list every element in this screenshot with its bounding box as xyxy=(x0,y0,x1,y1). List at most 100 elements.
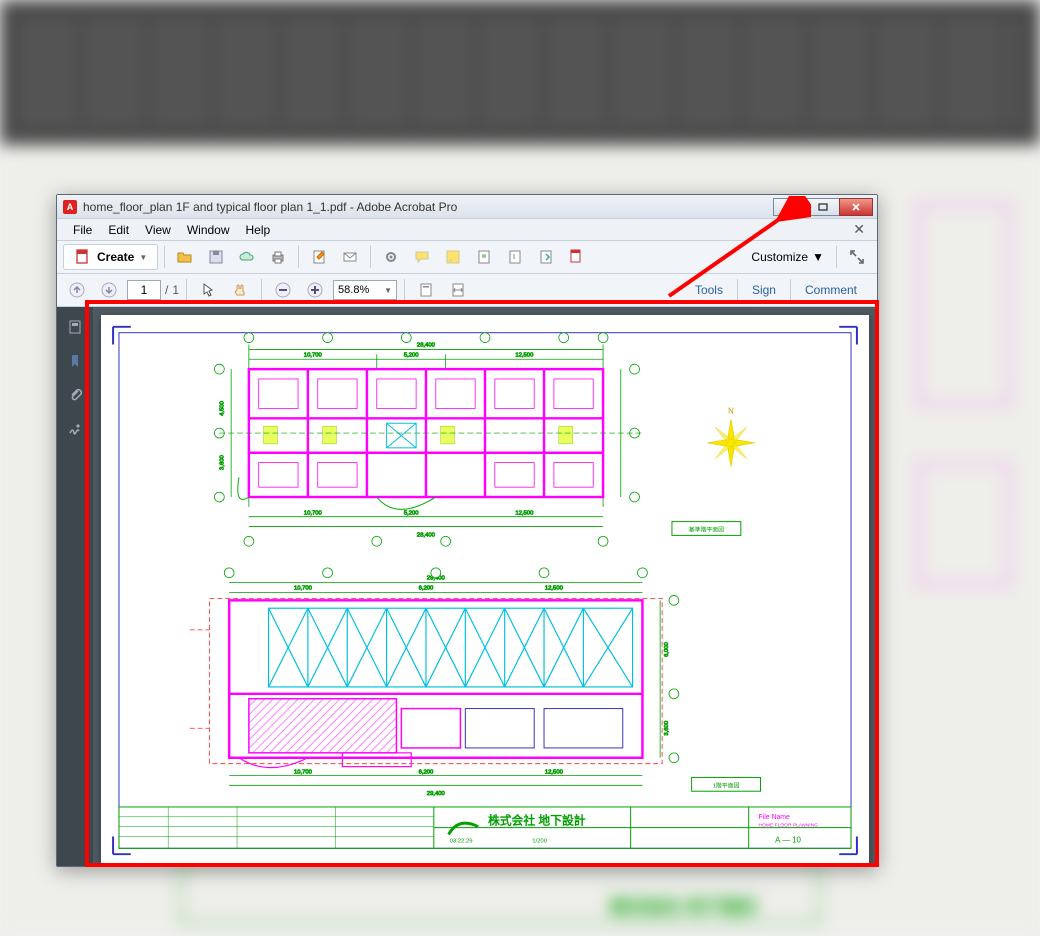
send-button[interactable] xyxy=(563,244,591,270)
create-button[interactable]: Create ▼ xyxy=(63,244,158,270)
link-button[interactable] xyxy=(532,244,560,270)
stamp-icon xyxy=(475,248,493,266)
svg-text:株式会社 地下設計: 株式会社 地下設計 xyxy=(610,896,759,917)
pan-tool-button[interactable] xyxy=(226,277,254,303)
zoom-value: 58.8% xyxy=(338,284,369,296)
arrow-up-icon xyxy=(68,281,86,299)
menu-view[interactable]: View xyxy=(137,221,179,239)
fit-width-icon xyxy=(449,281,467,299)
chevron-down-icon: ▼ xyxy=(139,253,147,262)
speech-bubble-icon xyxy=(413,248,431,266)
mail-button[interactable] xyxy=(336,244,364,270)
stamp-button[interactable] xyxy=(470,244,498,270)
gear-icon xyxy=(382,248,400,266)
attach-page-icon xyxy=(506,248,524,266)
bookmarks-panel-button[interactable] xyxy=(63,349,87,373)
form-button[interactable] xyxy=(305,244,333,270)
bookmark-icon xyxy=(66,352,84,370)
svg-text:基準階平面図: 基準階平面図 xyxy=(689,525,724,533)
fit-page-button[interactable] xyxy=(412,277,440,303)
menu-window[interactable]: Window xyxy=(179,221,238,239)
svg-text:28,400: 28,400 xyxy=(417,532,436,538)
svg-text:3,600: 3,600 xyxy=(664,720,670,735)
zoom-level-dropdown[interactable]: 58.8% ▼ xyxy=(333,280,397,300)
thumbnails-panel-button[interactable] xyxy=(63,315,87,339)
highlight-icon xyxy=(444,248,462,266)
svg-text:5,200: 5,200 xyxy=(404,352,419,358)
svg-text:HOME FLOOR PLANNING: HOME FLOOR PLANNING xyxy=(759,823,819,829)
pdf-page[interactable]: 28,400 10,700 5,200 12,500 xyxy=(101,315,869,866)
comment-button[interactable] xyxy=(408,244,436,270)
create-label: Create xyxy=(97,250,134,264)
menu-edit[interactable]: Edit xyxy=(100,221,137,239)
svg-text:3,600: 3,600 xyxy=(219,454,225,469)
svg-text:10,700: 10,700 xyxy=(294,586,313,592)
highlight-button[interactable] xyxy=(439,244,467,270)
paperclip-icon xyxy=(66,386,84,404)
save-button[interactable] xyxy=(202,244,230,270)
page-down-button[interactable] xyxy=(95,277,123,303)
signature-icon xyxy=(66,420,84,438)
zoom-out-button[interactable] xyxy=(269,277,297,303)
cursor-icon xyxy=(199,281,217,299)
comment-pane-link[interactable]: Comment xyxy=(790,279,871,301)
chevron-down-icon: ▼ xyxy=(384,286,392,295)
tools-pane-link[interactable]: Tools xyxy=(681,279,737,301)
svg-text:1/200: 1/200 xyxy=(532,838,547,844)
north-arrow: N xyxy=(707,406,754,466)
pdf-send-icon xyxy=(568,248,586,266)
sign-pane-link[interactable]: Sign xyxy=(737,279,790,301)
maximize-button[interactable] xyxy=(806,198,840,216)
expand-icon xyxy=(848,248,866,266)
close-button[interactable] xyxy=(839,198,873,216)
page-up-button[interactable] xyxy=(63,277,91,303)
print-button[interactable] xyxy=(264,244,292,270)
page-number-input[interactable] xyxy=(127,280,161,300)
document-close-icon[interactable]: ✕ xyxy=(849,219,869,240)
printer-icon xyxy=(269,248,287,266)
reading-mode-button[interactable] xyxy=(843,244,871,270)
zoom-in-button[interactable] xyxy=(301,277,329,303)
toolbar-main: Create ▼ Customize ▼ xyxy=(57,241,877,274)
attachments-panel-button[interactable] xyxy=(63,383,87,407)
work-area: 28,400 10,700 5,200 12,500 xyxy=(57,307,877,866)
svg-text:6,200: 6,200 xyxy=(419,770,434,776)
acrobat-icon: A xyxy=(63,200,77,214)
fit-width-button[interactable] xyxy=(444,277,472,303)
svg-text:A — 10: A — 10 xyxy=(775,835,801,844)
minimize-button[interactable] xyxy=(773,198,807,216)
cloud-icon xyxy=(238,248,256,266)
nav-pane xyxy=(57,307,93,866)
folder-open-icon xyxy=(176,248,194,266)
window-title: home_floor_plan 1F and typical floor pla… xyxy=(83,200,768,214)
hand-icon xyxy=(231,281,249,299)
svg-text:10,700: 10,700 xyxy=(304,511,323,517)
menu-help[interactable]: Help xyxy=(238,221,279,239)
attach-button[interactable] xyxy=(501,244,529,270)
select-tool-button[interactable] xyxy=(194,277,222,303)
svg-text:12,500: 12,500 xyxy=(545,586,564,592)
svg-text:1階平面図: 1階平面図 xyxy=(713,781,740,789)
menubar: File Edit View Window Help ✕ xyxy=(57,219,877,241)
svg-text:10,700: 10,700 xyxy=(304,352,323,358)
signatures-panel-button[interactable] xyxy=(63,417,87,441)
svg-text:12,500: 12,500 xyxy=(515,511,534,517)
cloud-button[interactable] xyxy=(233,244,261,270)
svg-text:12,500: 12,500 xyxy=(515,352,534,358)
customize-label: Customize xyxy=(751,250,808,264)
menu-file[interactable]: File xyxy=(65,221,100,239)
svg-text:6,000: 6,000 xyxy=(664,641,670,656)
form-icon xyxy=(310,248,328,266)
page-sep: / xyxy=(165,283,168,297)
fit-page-icon xyxy=(417,281,435,299)
minus-circle-icon xyxy=(274,281,292,299)
customize-dropdown[interactable]: Customize ▼ xyxy=(745,248,830,266)
page-total: 1 xyxy=(172,283,179,297)
toolbar-nav: / 1 58.8% ▼ Tools Sign Comment xyxy=(57,274,877,307)
thumbnails-icon xyxy=(66,318,84,336)
title-block: 株式会社 地下設計 03.22.29 1/200 File Name HOME … xyxy=(119,807,851,848)
svg-text:6,200: 6,200 xyxy=(419,586,434,592)
acrobat-window: A home_floor_plan 1F and typical floor p… xyxy=(56,194,878,867)
settings-button[interactable] xyxy=(377,244,405,270)
open-button[interactable] xyxy=(171,244,199,270)
